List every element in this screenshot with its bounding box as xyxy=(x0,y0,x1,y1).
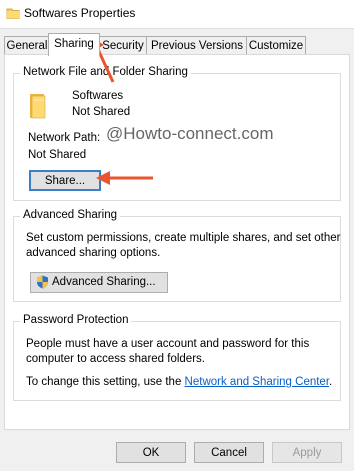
advanced-sharing-title: Advanced Sharing xyxy=(20,209,120,221)
folder-status: Not Shared xyxy=(72,106,131,118)
tab-security[interactable]: Security xyxy=(98,36,148,55)
change-setting-suffix: . xyxy=(329,376,333,388)
change-setting-text: To change this setting, use the Network … xyxy=(26,376,332,388)
network-path-value: Not Shared xyxy=(28,149,87,161)
network-sharing-title: Network File and Folder Sharing xyxy=(20,66,191,78)
network-sharing-center-link[interactable]: Network and Sharing Center xyxy=(185,376,329,388)
folder-name: Softwares xyxy=(72,90,124,102)
advanced-sharing-desc-1: Set custom permissions, create multiple … xyxy=(26,232,341,244)
password-protection-group: Password Protection People must have a u… xyxy=(13,314,341,401)
advanced-sharing-button[interactable]: Advanced Sharing... xyxy=(30,272,168,293)
advanced-sharing-desc-2: advanced sharing options. xyxy=(26,247,161,259)
advanced-sharing-button-label: Advanced Sharing... xyxy=(52,276,156,288)
network-path-label: Network Path: xyxy=(28,132,101,144)
shared-folder-icon xyxy=(28,92,48,123)
dialog-footer: OK Cancel Apply xyxy=(0,433,354,471)
cancel-button[interactable]: Cancel xyxy=(194,442,264,463)
title-bar: Softwares Properties xyxy=(0,0,354,29)
window-title: Softwares Properties xyxy=(24,6,136,20)
sharing-panel: Network File and Folder Sharing Software… xyxy=(4,54,350,430)
apply-button[interactable]: Apply xyxy=(272,442,342,463)
uac-shield-icon xyxy=(36,275,49,292)
advanced-sharing-group: Advanced Sharing Set custom permissions,… xyxy=(13,209,341,302)
password-desc-2: computer to access shared folders. xyxy=(26,353,205,365)
password-desc-1: People must have a user account and pass… xyxy=(26,338,310,350)
watermark: @Howto-connect.com xyxy=(106,124,274,143)
tab-customize[interactable]: Customize xyxy=(246,36,306,55)
tab-general[interactable]: General xyxy=(4,36,50,55)
tab-previous-versions[interactable]: Previous Versions xyxy=(146,36,248,55)
share-button[interactable]: Share... xyxy=(29,170,101,191)
folder-icon xyxy=(6,6,20,23)
tab-sharing[interactable]: Sharing xyxy=(48,33,100,56)
password-protection-title: Password Protection xyxy=(20,314,132,326)
ok-button[interactable]: OK xyxy=(116,442,186,463)
change-setting-prefix: To change this setting, use the xyxy=(26,376,185,388)
